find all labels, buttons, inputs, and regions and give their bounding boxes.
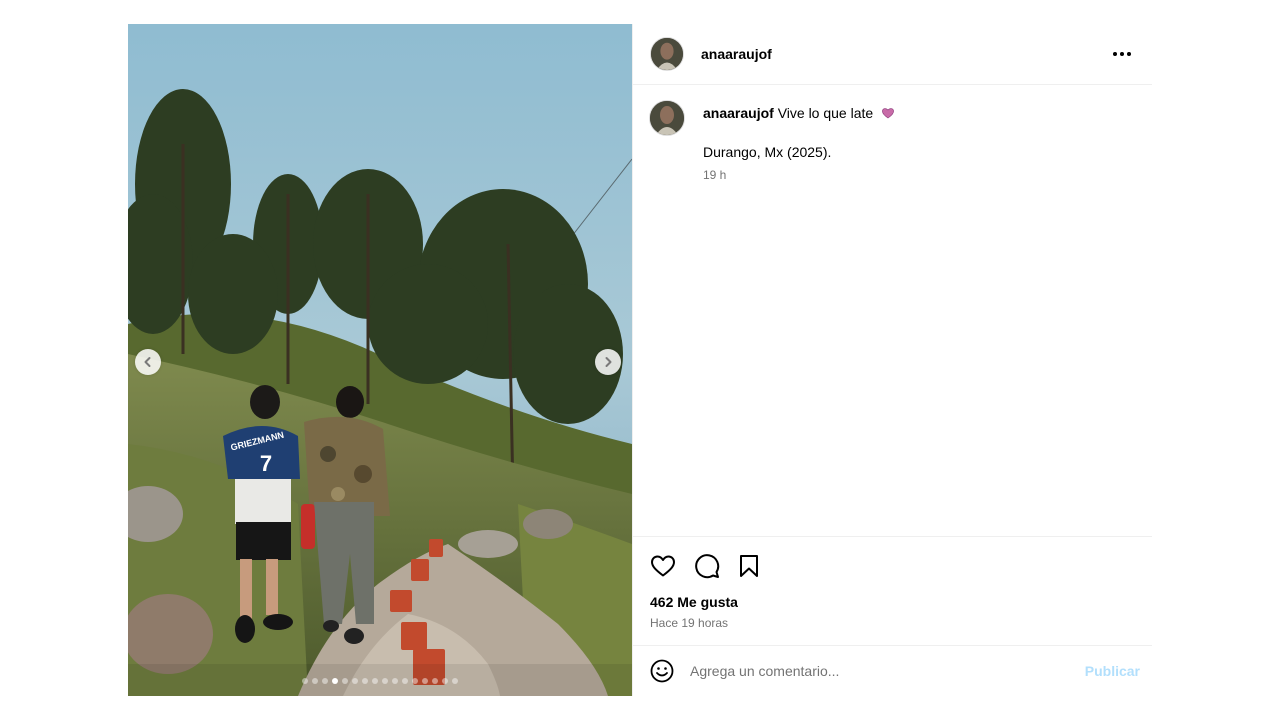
profile-photo xyxy=(650,101,684,135)
save-button[interactable] xyxy=(738,554,760,578)
caption-username-link[interactable]: anaaraujof xyxy=(703,105,774,121)
jersey-number: 7 xyxy=(260,451,272,476)
carousel-dot xyxy=(392,678,398,684)
post-header: anaaraujof xyxy=(633,24,1152,85)
action-bar xyxy=(633,537,1152,581)
header-username-link[interactable]: anaaraujof xyxy=(701,46,772,62)
avatar[interactable] xyxy=(650,37,684,71)
profile-photo xyxy=(651,38,683,70)
caption-timestamp[interactable]: 19 h xyxy=(703,168,895,182)
carousel-dot xyxy=(412,678,418,684)
heart-icon xyxy=(651,555,675,577)
carousel-dot xyxy=(332,678,338,684)
comment-button[interactable] xyxy=(694,553,720,579)
comment-icon xyxy=(695,554,720,579)
carousel-dot xyxy=(452,678,458,684)
caption: anaaraujof Vive lo que late Durango, Mx … xyxy=(649,100,895,182)
actions-section: 462 Me gusta Hace 19 horas xyxy=(633,536,1152,646)
carousel-prev-button[interactable] xyxy=(135,349,161,375)
post-dialog: 7 GRIEZMANN anaaraujof anaaraujof Vive l… xyxy=(128,24,1152,696)
more-options-button[interactable] xyxy=(1112,51,1132,57)
publish-button[interactable]: Publicar xyxy=(1085,663,1140,679)
carousel-dot xyxy=(342,678,348,684)
carousel-dot xyxy=(352,678,358,684)
chevron-left-icon xyxy=(144,357,151,367)
carousel-dot xyxy=(322,678,328,684)
carousel-indicator xyxy=(128,678,632,684)
carousel-dot xyxy=(372,678,378,684)
bookmark-icon xyxy=(740,555,758,577)
heart-emoji-icon xyxy=(881,106,895,124)
carousel-dot xyxy=(422,678,428,684)
caption-body: anaaraujof Vive lo que late Durango, Mx … xyxy=(703,100,895,182)
carousel-dot xyxy=(442,678,448,684)
carousel-dot xyxy=(382,678,388,684)
post-photo: 7 GRIEZMANN xyxy=(128,24,632,696)
like-button[interactable] xyxy=(650,554,676,578)
comment-input[interactable] xyxy=(690,663,1085,679)
post-media: 7 GRIEZMANN xyxy=(128,24,632,696)
carousel-dot xyxy=(302,678,308,684)
caption-avatar[interactable] xyxy=(649,100,685,136)
chevron-right-icon xyxy=(605,357,612,367)
caption-text: Vive lo que late xyxy=(777,105,874,121)
emoji-picker-button[interactable] xyxy=(650,659,674,683)
more-dots-icon xyxy=(1113,52,1131,56)
carousel-dot xyxy=(402,678,408,684)
caption-location-line: Durango, Mx (2025). xyxy=(703,144,832,160)
carousel-next-button[interactable] xyxy=(595,349,621,375)
caption-line: anaaraujof Vive lo que late xyxy=(703,104,895,124)
likes-count[interactable]: 462 Me gusta xyxy=(633,581,1152,610)
carousel-dot xyxy=(362,678,368,684)
carousel-dot xyxy=(432,678,438,684)
carousel-dot xyxy=(312,678,318,684)
smiley-icon xyxy=(650,659,674,683)
posted-time[interactable]: Hace 19 horas xyxy=(633,610,1152,630)
comment-bar: Publicar xyxy=(633,645,1152,696)
post-panel: anaaraujof anaaraujof Vive lo que late D… xyxy=(632,24,1152,696)
